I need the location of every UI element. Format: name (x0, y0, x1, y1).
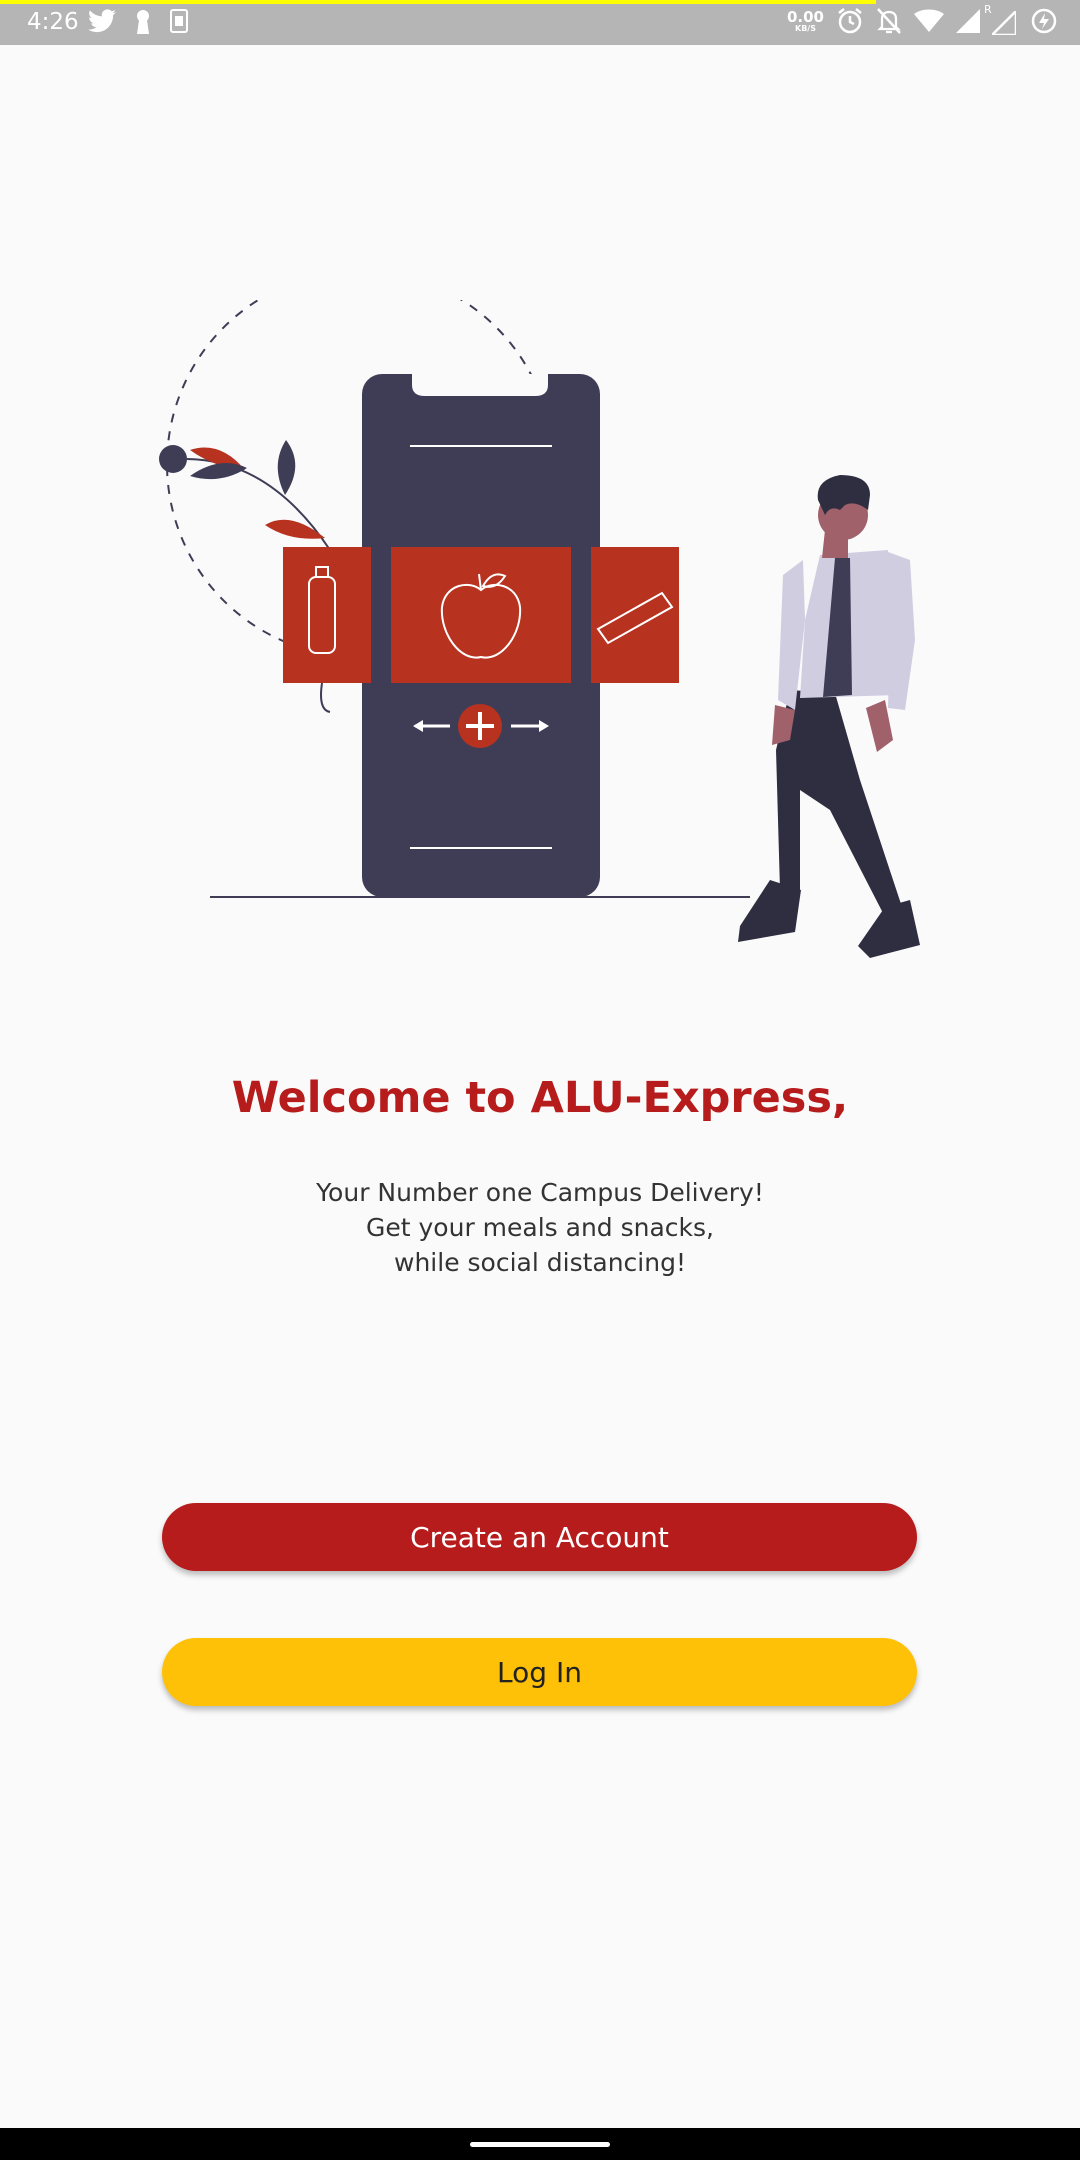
status-right-icons: 0.00 KB/S R (786, 3, 1058, 35)
create-account-button[interactable]: Create an Account (162, 1503, 917, 1571)
person-figure (738, 475, 920, 958)
signal-icon (956, 9, 980, 33)
roaming-label: R (984, 3, 992, 16)
signal-roaming-icon: R (984, 3, 1018, 35)
water-bottle-card (283, 547, 371, 683)
plus-icon (458, 704, 502, 748)
alarm-icon (838, 8, 862, 34)
mute-notifications-icon (877, 8, 901, 34)
navigation-bar (0, 2128, 1080, 2160)
battery-charging-icon (1031, 8, 1057, 34)
net-speed-value: 0.00 (786, 7, 824, 26)
home-indicator[interactable] (470, 2142, 610, 2147)
subtitle-line: while social distancing! (394, 1248, 686, 1277)
net-speed-indicator: 0.00 KB/S (786, 7, 824, 33)
delivery-illustration (159, 300, 920, 958)
status-time: 4:26 (27, 9, 79, 35)
welcome-title: Welcome to ALU-Express, (231, 1073, 849, 1123)
plant-leaves-icon (159, 440, 331, 551)
top-progress-line (0, 0, 876, 4)
status-bar: 4:26 0.00 KB/S R (0, 0, 1080, 45)
net-speed-unit: KB/S (795, 23, 816, 33)
snack-bar-card (591, 547, 679, 683)
subtitle-line: Get your meals and snacks, (366, 1213, 714, 1242)
keyhole-icon (137, 10, 149, 34)
apple-card (391, 547, 571, 683)
welcome-subtitle: Your Number one Campus Delivery! Get you… (0, 1175, 1080, 1280)
log-in-button[interactable]: Log In (162, 1638, 917, 1706)
wifi-icon (914, 9, 944, 32)
sim-card-icon (170, 9, 188, 33)
subtitle-line: Your Number one Campus Delivery! (316, 1178, 764, 1207)
status-left-icons (88, 9, 188, 35)
twitter-icon (88, 9, 116, 33)
